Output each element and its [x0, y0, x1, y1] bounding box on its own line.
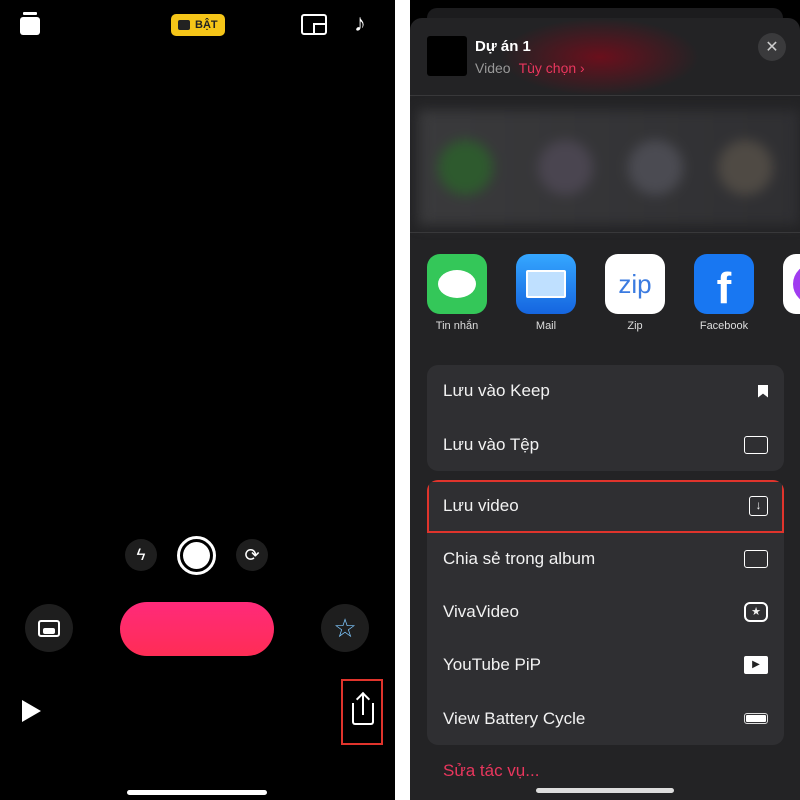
shared-album-icon: [744, 550, 768, 568]
project-type: Video: [475, 60, 511, 76]
action-view-battery-cycle[interactable]: View Battery Cycle: [427, 692, 784, 745]
captions-toggle[interactable]: BẬT: [171, 14, 225, 36]
options-link[interactable]: Tùy chọn ›: [519, 60, 585, 76]
flip-camera-icon[interactable]: ⟳: [236, 539, 268, 571]
app-messages[interactable]: Tin nhắn: [427, 254, 487, 332]
caption-icon: [178, 20, 190, 30]
home-indicator: [127, 790, 267, 795]
action-save-to-files[interactable]: Lưu vào Tệp: [427, 418, 784, 471]
captions-badge-label: BẬT: [195, 19, 218, 31]
action-save-video[interactable]: Lưu video ↓: [427, 480, 784, 533]
bookmark-icon: [758, 384, 768, 398]
app-mail[interactable]: Mail: [516, 254, 576, 332]
camera-screen: BẬT ♪ ϟ ⟳ ☆: [0, 0, 395, 800]
airdrop-contacts-row[interactable]: [418, 110, 800, 225]
battery-icon: [744, 713, 768, 724]
action-vivavideo[interactable]: VivaVideo ★: [427, 586, 784, 639]
layout-icon[interactable]: [301, 14, 327, 35]
vivavideo-icon: ★: [744, 602, 768, 622]
project-title: Dự án 1: [475, 38, 531, 55]
flash-icon[interactable]: ϟ: [125, 539, 157, 571]
shutter-button[interactable]: [177, 536, 216, 575]
home-indicator: [536, 788, 674, 793]
app-zip[interactable]: zip Zip: [605, 254, 665, 332]
share-button[interactable]: [341, 679, 383, 745]
close-icon[interactable]: ✕: [758, 33, 786, 61]
play-icon[interactable]: [22, 700, 41, 722]
project-thumbnail: [427, 36, 467, 76]
effects-star-icon[interactable]: ☆: [321, 604, 369, 652]
record-button[interactable]: [120, 602, 274, 656]
app-messenger[interactable]: Me: [783, 254, 800, 332]
folder-icon: [744, 435, 768, 454]
action-shared-album[interactable]: Chia sẻ trong album: [427, 533, 784, 586]
action-group-2: Lưu video ↓ Chia sẻ trong album VivaVideo…: [427, 480, 784, 745]
youtube-play-icon: ▶: [744, 656, 768, 674]
action-youtube-pip[interactable]: YouTube PiP ▶: [427, 639, 784, 692]
share-sheet-screen: Dự án 1 Video Tùy chọn › ✕ Tin nhắn Mail…: [410, 0, 800, 800]
edit-actions-link[interactable]: Sửa tác vụ...: [443, 761, 539, 781]
music-note-icon[interactable]: ♪: [354, 10, 366, 38]
gallery-icon[interactable]: [25, 604, 73, 652]
share-sheet: Dự án 1 Video Tùy chọn › ✕ Tin nhắn Mail…: [410, 18, 800, 800]
jar-icon[interactable]: [20, 12, 40, 37]
app-facebook[interactable]: f Facebook: [694, 254, 754, 332]
save-download-icon: ↓: [749, 496, 768, 516]
action-group-1: Lưu vào Keep Lưu vào Tệp: [427, 365, 784, 471]
action-save-to-keep[interactable]: Lưu vào Keep: [427, 365, 784, 418]
